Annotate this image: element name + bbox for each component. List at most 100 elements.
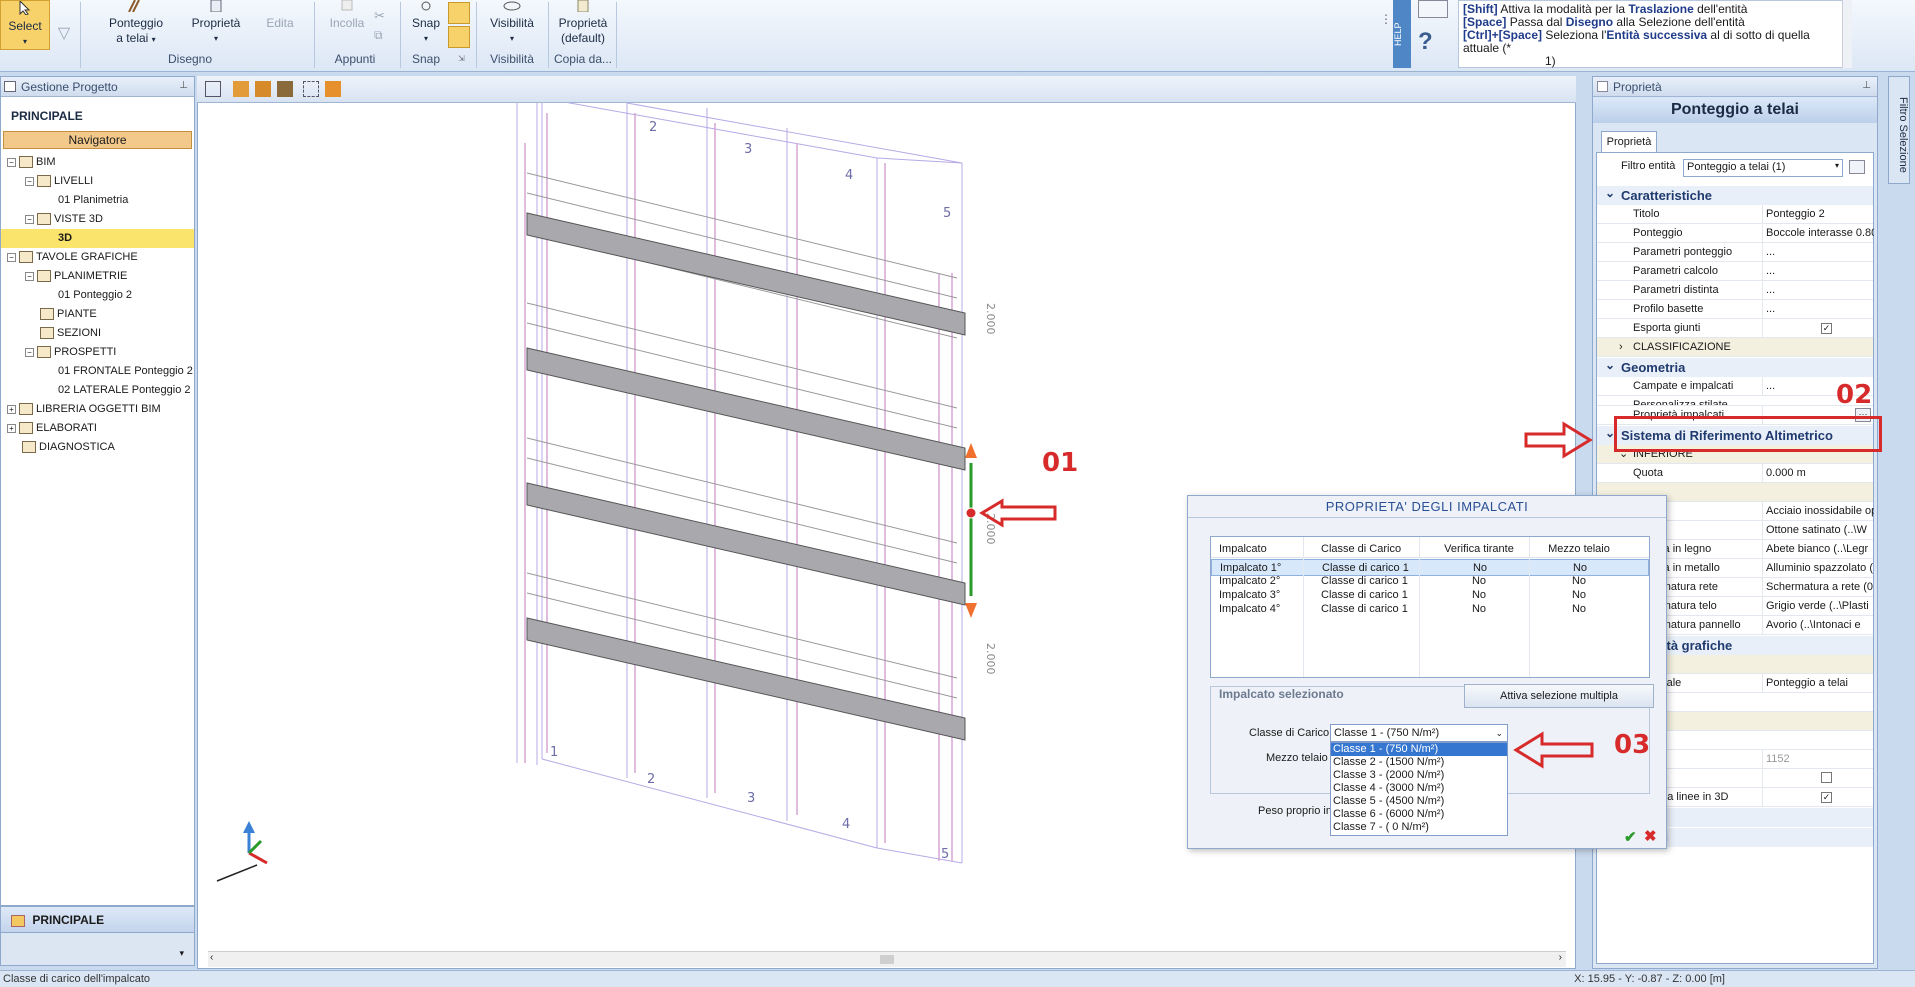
tree-item[interactable]: 3D (1, 229, 194, 248)
dropdown-option[interactable]: Classe 5 - (4500 N/m²) (1331, 795, 1507, 808)
filter-funnel-button[interactable]: ▽ (56, 26, 72, 82)
property-row[interactable]: Parametri distinta... (1597, 281, 1873, 300)
ponteggio-a-telai-button[interactable]: Ponteggio a telai ▾ (96, 0, 176, 56)
property-row[interactable]: Parametri calcolo... (1597, 262, 1873, 281)
property-value[interactable]: ✓ (1762, 788, 1874, 806)
section-caratteristiche[interactable]: Caratteristiche (1597, 183, 1873, 205)
dropdown-option[interactable]: Classe 4 - (3000 N/m²) (1331, 782, 1507, 795)
property-value[interactable]: ... (1762, 243, 1874, 261)
property-value[interactable]: Ponteggio a telai (1762, 674, 1874, 692)
scroll-thumb[interactable] (880, 955, 894, 964)
brush-icon[interactable] (277, 81, 293, 97)
panel-expander-icon[interactable]: ▾ (179, 948, 184, 959)
expand-icon[interactable]: + (7, 404, 16, 414)
pin-icon[interactable]: ⊥ (179, 80, 188, 91)
filter-funnel-icon[interactable] (1849, 160, 1865, 174)
property-value[interactable]: Avorio (..\Intonaci e (1762, 616, 1874, 634)
property-value[interactable] (1762, 769, 1874, 789)
tree-item[interactable]: 01 Planimetria (1, 191, 194, 210)
property-value[interactable]: ... (1762, 262, 1874, 280)
tree-item[interactable]: + LIBRERIA OGGETTI BIM (1, 400, 194, 419)
tree-item[interactable]: 01 FRONTALE Ponteggio 2 (1, 362, 194, 381)
attiva-selezione-multipla-button[interactable]: Attiva selezione multipla (1464, 684, 1654, 708)
tree-item[interactable]: 01 Ponteggio 2 (1, 286, 194, 305)
snap-launcher-icon[interactable]: ⇲ (458, 54, 465, 63)
property-value[interactable]: ✓ (1762, 319, 1874, 337)
tree-item[interactable]: + ELABORATI (1, 419, 194, 438)
property-value[interactable]: 1152 (1762, 750, 1874, 768)
tree-item[interactable]: DIAGNOSTICA (1, 438, 194, 457)
tree-item[interactable]: − VISTE 3D (1, 210, 194, 229)
property-row[interactable]: Quota 0.000 m (1597, 464, 1873, 483)
property-value[interactable]: Ottone satinato (..\W (1762, 521, 1874, 539)
copy-icon[interactable]: ⧉ (374, 28, 383, 43)
tab-proprieta[interactable]: Proprietà (1601, 131, 1657, 153)
collapse-icon[interactable]: − (25, 347, 34, 357)
table-row[interactable]: Impalcato 4° Classe di carico 1 No No (1211, 601, 1649, 618)
zoom-extents-icon[interactable] (303, 81, 319, 97)
property-row[interactable]: Profilo basette... (1597, 300, 1873, 319)
checkbox[interactable]: ✓ (1821, 323, 1832, 334)
property-row[interactable]: Esporta giunti ✓ (1597, 319, 1873, 338)
snap-line-toggle[interactable] (448, 2, 470, 24)
property-row[interactable]: Titolo Ponteggio 2 (1597, 205, 1873, 224)
pin-icon[interactable]: ⊥ (1862, 80, 1871, 91)
snap-button[interactable]: Snap ▾ (406, 0, 446, 56)
property-value[interactable]: ... (1762, 300, 1874, 318)
incolla-button[interactable]: Incolla (322, 0, 372, 56)
sidebar-toggle-icon[interactable] (205, 81, 221, 97)
tree-item[interactable]: SEZIONI (1, 324, 194, 343)
snap-grid-toggle[interactable] (448, 26, 470, 48)
collapse-icon[interactable]: − (25, 271, 34, 281)
cut-icon[interactable]: ✂ (374, 8, 385, 24)
navigatore-tab[interactable]: Navigatore (3, 131, 192, 149)
property-row[interactable]: Parametri ponteggio... (1597, 243, 1873, 262)
property-value[interactable]: Schermatura a rete (0 (1762, 578, 1874, 596)
dropdown-option[interactable]: Classe 3 - (2000 N/m²) (1331, 769, 1507, 782)
property-value[interactable]: Ponteggio 2 (1762, 205, 1874, 223)
property-row[interactable]: Ponteggio Boccole interasse 0.80 (1597, 224, 1874, 243)
property-value[interactable]: Alluminio spazzolato ( (1762, 559, 1874, 577)
dropdown-option[interactable]: Classe 2 - (1500 N/m²) (1331, 756, 1507, 769)
render-icon[interactable] (325, 81, 341, 97)
property-row[interactable]: Personalizza stilate (1597, 396, 1873, 406)
dropdown-option[interactable]: Classe 1 - (750 N/m²) (1331, 743, 1507, 756)
tree-item[interactable]: − BIM (1, 153, 194, 172)
tree-item[interactable]: 02 LATERALE Ponteggio 2 (1, 381, 194, 400)
help-question-icon[interactable]: ? (1418, 28, 1450, 56)
property-value[interactable]: Abete bianco (..\Legr (1762, 540, 1874, 558)
tree-item[interactable]: − LIVELLI (1, 172, 194, 191)
tree-item[interactable]: − PROSPETTI (1, 343, 194, 362)
property-row[interactable]: Campate e impalcati... (1597, 377, 1873, 396)
collapse-icon[interactable]: − (25, 214, 34, 224)
envelope-icon[interactable] (1418, 0, 1448, 18)
collapse-icon[interactable]: − (7, 252, 16, 262)
dropdown-option[interactable]: Classe 6 - (6000 N/m²) (1331, 808, 1507, 821)
property-value[interactable]: Acciaio inossidabile opa (1762, 502, 1874, 520)
filter-entity-select[interactable]: Ponteggio a telai (1) ▾ (1683, 159, 1843, 177)
collapse-icon[interactable]: − (25, 176, 34, 186)
edita-button[interactable]: Edita (258, 0, 302, 56)
cancel-x-icon[interactable]: ✖ (1644, 827, 1657, 845)
scroll-left-icon[interactable]: ‹ (210, 952, 213, 963)
help-tab[interactable]: HELP (1393, 0, 1411, 68)
help-scrollbar[interactable] (1842, 0, 1852, 68)
horizontal-scrollbar[interactable]: ‹ › (208, 951, 1566, 967)
filtro-selezione-tab[interactable]: Filtro Selezione (1888, 76, 1910, 184)
tree-item[interactable]: − TAVOLE GRAFICHE (1, 248, 194, 267)
dropdown-option[interactable]: Classe 7 - ( 0 N/m²) (1331, 821, 1507, 834)
property-value[interactable]: ... (1762, 281, 1874, 299)
section-geometria[interactable]: Geometria (1597, 355, 1873, 377)
select-button[interactable]: Select ▾ (0, 0, 50, 50)
property-value[interactable]: Grigio verde (..\Plasti (1762, 597, 1874, 615)
classificazione-row[interactable]: › CLASSIFICAZIONE (1597, 338, 1873, 357)
checkbox[interactable] (1821, 772, 1832, 783)
tree-item[interactable]: PIANTE (1, 305, 194, 324)
confirm-check-icon[interactable]: ✔ (1624, 828, 1637, 846)
expand-icon[interactable]: + (7, 423, 16, 433)
visibilita-button[interactable]: Visibilità ▾ (482, 0, 542, 56)
proprieta-button[interactable]: Proprietà ▾ (186, 0, 246, 56)
property-value[interactable]: 0.000 m (1762, 464, 1874, 482)
classe-di-carico-select[interactable]: Classe 1 - (750 N/m²) ⌄ (1330, 724, 1508, 742)
cube-icon[interactable] (233, 81, 249, 97)
